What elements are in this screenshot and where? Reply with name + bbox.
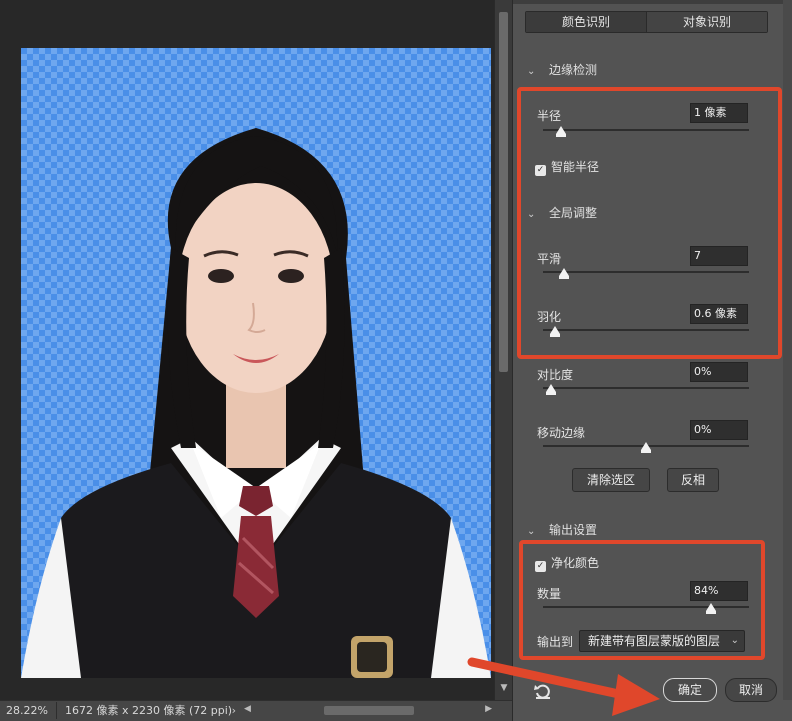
- highlight-box-edge-settings: [517, 87, 782, 359]
- document-info-text: 1672 像素 x 2230 像素 (72 ppi): [65, 704, 233, 717]
- reset-icon[interactable]: [533, 682, 553, 700]
- refine-edge-panel: 颜色识别 对象识别 ⌄ 边缘检测 半径 1 像素 ✓ 智能半径 ⌄ 全局调整 平滑 7…: [512, 0, 792, 721]
- document-canvas[interactable]: [21, 48, 491, 678]
- ok-button[interactable]: 确定: [663, 678, 717, 702]
- highlight-box-output-settings: [519, 540, 765, 660]
- contrast-slider-track: [543, 387, 749, 389]
- document-info-arrow[interactable]: ›: [232, 702, 236, 719]
- shift-edge-label: 移动边缘: [537, 426, 586, 440]
- status-bar: 28.22% 1672 像素 x 2230 像素 (72 ppi) › ◀ ▶: [0, 700, 512, 721]
- panel-scrollbar[interactable]: [783, 0, 792, 700]
- edge-detection-header[interactable]: ⌄ 边缘检测: [527, 61, 597, 78]
- output-settings-title: 输出设置: [549, 523, 598, 537]
- portrait-photo: [21, 128, 491, 678]
- scroll-right-arrow-icon[interactable]: ▶: [485, 704, 492, 714]
- contrast-label: 对比度: [537, 368, 574, 382]
- chevron-down-icon: ⌄: [527, 66, 536, 77]
- tab-object-aware[interactable]: 对象识别: [646, 12, 767, 32]
- output-settings-header[interactable]: ⌄ 输出设置: [527, 521, 597, 538]
- contrast-input[interactable]: 0%: [690, 362, 748, 382]
- horizontal-scroll-thumb[interactable]: [324, 706, 414, 715]
- panel-top-edge: [513, 0, 792, 4]
- mode-tabs: 颜色识别 对象识别: [525, 11, 768, 33]
- canvas-vertical-scrollbar[interactable]: ▼: [494, 0, 512, 700]
- zoom-level[interactable]: 28.22%: [6, 704, 52, 717]
- contrast-slider[interactable]: [543, 384, 749, 395]
- invert-button[interactable]: 反相: [667, 468, 719, 492]
- scroll-left-arrow-icon[interactable]: ◀: [244, 704, 251, 714]
- contrast-slider-thumb[interactable]: [546, 384, 556, 395]
- chevron-down-icon: ⌄: [527, 526, 536, 537]
- shift-edge-input[interactable]: 0%: [690, 420, 748, 440]
- tab-color-aware[interactable]: 颜色识别: [526, 12, 646, 32]
- shift-edge-slider-thumb[interactable]: [641, 442, 651, 453]
- canvas-area[interactable]: [0, 0, 494, 700]
- cancel-button[interactable]: 取消: [725, 678, 777, 702]
- edge-detection-title: 边缘检测: [549, 63, 598, 77]
- vertical-scroll-thumb[interactable]: [499, 12, 508, 372]
- shift-edge-slider[interactable]: [543, 442, 749, 453]
- scroll-down-arrow-icon[interactable]: ▼: [498, 682, 510, 694]
- document-info[interactable]: 1672 像素 x 2230 像素 (72 ppi) ›: [56, 702, 240, 719]
- canvas-horizontal-scrollbar[interactable]: ◀ ▶: [244, 703, 494, 718]
- clear-selection-button[interactable]: 清除选区: [572, 468, 650, 492]
